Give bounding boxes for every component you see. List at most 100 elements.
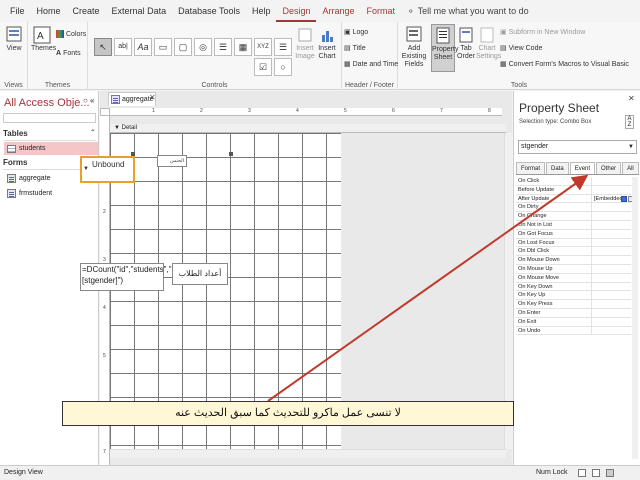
convert-macros-button[interactable]: ▦ Convert Form's Macros to Visual Basic (500, 60, 629, 69)
fonts-label: Fonts (63, 50, 81, 57)
ruler-num: 7 (440, 108, 443, 114)
tab-order-button[interactable]: Tab Order (456, 26, 476, 61)
property-row[interactable]: On Key Press (516, 300, 631, 309)
layout-view-icon[interactable] (592, 469, 600, 477)
property-row[interactable]: On Lost Focus (516, 238, 631, 248)
object-selector[interactable]: stgender ▼ (518, 140, 637, 154)
ptab-other[interactable]: Other (596, 162, 622, 174)
table-icon (7, 144, 16, 153)
subform-new-window-button[interactable]: ▣ Subform in New Window (500, 28, 585, 37)
logo-button[interactable]: ▣ Logo (344, 28, 368, 37)
detail-section-bar[interactable]: ▼ Detail (110, 124, 506, 133)
count-textbox[interactable]: =DCount("id","students","gender=[stgende… (80, 263, 201, 291)
property-scrollbar[interactable] (632, 177, 638, 459)
nav-title[interactable]: All Access Obje... (4, 97, 90, 109)
view-code-button[interactable]: ▤ View Code (500, 44, 542, 53)
property-row[interactable]: On Change (516, 212, 631, 221)
close-icon[interactable]: ✕ (628, 94, 635, 103)
design-view-icon[interactable] (606, 469, 614, 477)
property-row[interactable]: On Mouse Up (516, 264, 631, 274)
property-row-after-update[interactable]: After Update [Embedded (516, 194, 634, 204)
resize-handle[interactable] (229, 152, 233, 156)
tab-format[interactable]: Format (361, 0, 402, 22)
property-row[interactable]: On Got Focus (516, 229, 631, 239)
property-row[interactable]: On Dirty (516, 203, 631, 213)
detail-label: Detail (121, 125, 137, 131)
tab-create[interactable]: Create (67, 0, 106, 22)
page-break-icon[interactable]: XYZ (254, 38, 272, 56)
tab-design[interactable]: Design (276, 0, 317, 22)
select-control-icon[interactable]: ↖ (94, 38, 112, 56)
collapse-icon: ˆ (91, 129, 94, 138)
ruler-num: 5 (103, 353, 106, 359)
date-time-label: Date and Time (352, 60, 399, 68)
add-existing-fields-button[interactable]: Add Existing Fields (398, 26, 430, 69)
title-label: Title (352, 44, 366, 52)
property-row[interactable]: On Mouse Move (516, 273, 631, 283)
views-group: View Views (0, 22, 28, 90)
gender-label[interactable]: الجنس (157, 155, 187, 167)
tab-home[interactable]: Home (31, 0, 67, 22)
property-sheet-button[interactable]: Property Sheet (431, 24, 459, 72)
tab-control-icon[interactable]: ▢ (174, 38, 192, 56)
label-control-icon[interactable]: Aa (134, 38, 152, 56)
property-row[interactable]: Before Update (516, 185, 631, 195)
property-row[interactable]: On Dbl Click (516, 247, 631, 257)
property-row[interactable]: On Undo (516, 326, 631, 336)
tab-external-data[interactable]: External Data (106, 0, 173, 22)
option-button-icon[interactable]: ○ (274, 58, 292, 76)
ruler-num: 8 (488, 108, 491, 114)
tab-arrange[interactable]: Arrange (316, 0, 360, 22)
ptab-data[interactable]: Data (546, 162, 569, 174)
dropdown-icon[interactable] (621, 195, 627, 202)
property-row[interactable]: On Enter (516, 308, 631, 318)
textbox-control-icon[interactable]: ab| (114, 38, 132, 56)
close-doc-icon[interactable]: ✕ (149, 93, 156, 102)
horizontal-scrollbar[interactable] (110, 449, 506, 458)
property-row[interactable]: On Key Down (516, 282, 631, 292)
insert-image-button[interactable]: Insert Image (294, 28, 316, 61)
date-time-button[interactable]: ▦ Date and Time (344, 60, 399, 69)
chart-settings-button[interactable]: Chart Settings (476, 26, 501, 61)
button-control-icon[interactable]: ▭ (154, 38, 172, 56)
nav-collapse-icon[interactable]: « (90, 96, 94, 105)
tab-help[interactable]: Help (246, 0, 277, 22)
checkbox-control-icon[interactable]: ☑ (254, 58, 272, 76)
ptab-format[interactable]: Format (516, 162, 546, 174)
ruler-num: 2 (103, 209, 106, 215)
form-view-icon[interactable] (578, 469, 586, 477)
property-row[interactable]: On Exit (516, 317, 631, 327)
nav-tables-header[interactable]: Tables ˆ (3, 129, 96, 141)
property-row[interactable]: On Click (516, 177, 631, 186)
property-row[interactable]: On Mouse Down (516, 256, 631, 265)
resize-handle[interactable] (131, 152, 135, 156)
hyperlink-control-icon[interactable]: ◎ (194, 38, 212, 56)
property-row[interactable]: On Key Up (516, 291, 631, 301)
nav-search-input[interactable] (3, 113, 96, 123)
themes-button[interactable]: A Themes (31, 26, 56, 53)
nav-item-frmstudent[interactable]: frmstudent (4, 187, 98, 200)
option-group-icon[interactable]: ▦ (234, 38, 252, 56)
colors-button[interactable]: Colors (56, 30, 86, 38)
form-selector[interactable] (100, 108, 110, 116)
nav-toggle-icon[interactable]: ○ (83, 96, 88, 105)
property-sheet-label: Property Sheet (432, 46, 459, 61)
tab-file[interactable]: File (4, 0, 31, 22)
title-button[interactable]: ▤ Title (344, 44, 366, 53)
navigation-control-icon[interactable]: ☰ (214, 38, 232, 56)
combo-box-icon[interactable]: ☰ (274, 38, 292, 56)
students-count-label[interactable]: أعداد الطلاب (172, 263, 228, 285)
fonts-button[interactable]: A Fonts (56, 50, 81, 57)
ptab-all[interactable]: All (622, 162, 639, 174)
sort-icon[interactable]: AZ (625, 115, 634, 129)
view-button[interactable]: View (2, 26, 26, 53)
property-row[interactable]: On Not in List (516, 220, 631, 230)
insert-chart-button[interactable]: Insert Chart (316, 28, 338, 61)
tab-database-tools[interactable]: Database Tools (172, 0, 246, 22)
nav-item-students[interactable]: students (4, 142, 98, 155)
tell-me-box[interactable]: ⚬ Tell me what you want to do (407, 6, 529, 17)
themes-group: A Themes Colors A Fonts Themes (28, 22, 88, 90)
ptab-event[interactable]: Event (569, 162, 596, 174)
stgender-combo-box[interactable]: ▼ Unbound (80, 156, 135, 183)
themes-group-label: Themes (44, 82, 71, 89)
